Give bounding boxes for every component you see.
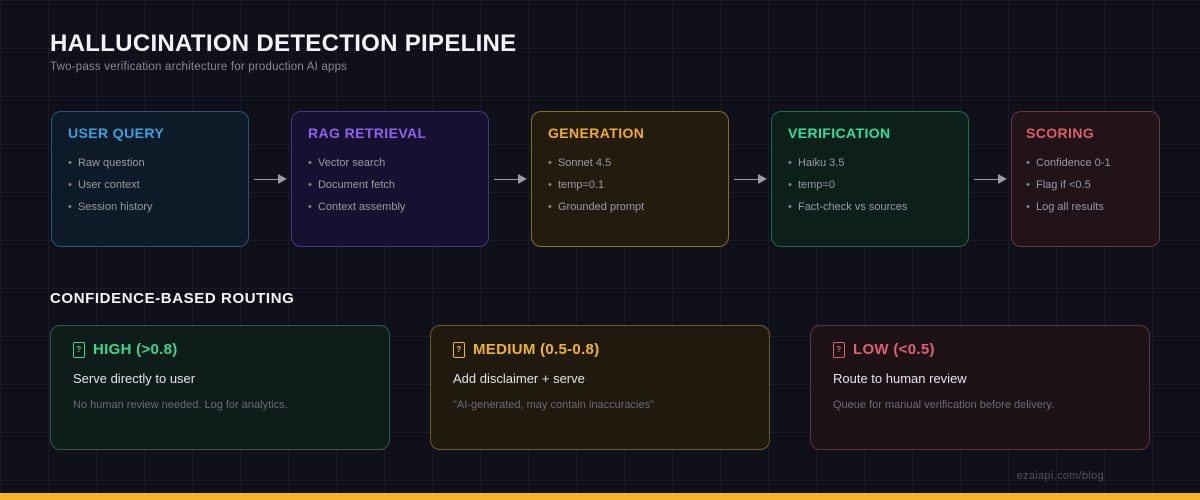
stage-item-list: Confidence 0-1 Flag if <0.5 Log all resu… (1026, 152, 1145, 218)
route-note: "AI-generated, may contain inaccuracies" (453, 399, 655, 411)
stage-item-list: Sonnet 4.5 temp=0.1 Grounded prompt (548, 152, 712, 218)
stage-item-list: Raw question User context Session histor… (68, 152, 232, 218)
route-action: Route to human review (833, 371, 967, 386)
stage-title: USER QUERY (68, 125, 165, 141)
stage-title: VERIFICATION (788, 125, 891, 141)
missing-glyph-icon (833, 341, 845, 358)
stage-title: SCORING (1026, 125, 1095, 141)
route-action: Add disclaimer + serve (453, 371, 585, 386)
missing-glyph-icon (453, 341, 465, 358)
route-low: LOW (<0.5) Route to human review Queue f… (810, 325, 1150, 450)
stage-item: Vector search (308, 152, 472, 174)
stage-title: RAG RETRIEVAL (308, 125, 427, 141)
route-note: No human review needed. Log for analytic… (73, 399, 288, 411)
route-title-text: LOW (<0.5) (853, 341, 935, 358)
stage-item: Flag if <0.5 (1026, 174, 1145, 196)
route-action: Serve directly to user (73, 371, 196, 386)
flow-arrow-icon (729, 173, 771, 185)
stage-item: temp=0.1 (548, 174, 712, 196)
route-high: HIGH (>0.8) Serve directly to user No hu… (50, 325, 390, 450)
stage-generation: GENERATION Sonnet 4.5 temp=0.1 Grounded … (531, 111, 729, 247)
stage-item: Session history (68, 196, 232, 218)
watermark: ezaiapi.com/blog (1016, 470, 1104, 482)
stage-item: Fact-check vs sources (788, 196, 952, 218)
stage-rag-retrieval: RAG RETRIEVAL Vector search Document fet… (291, 111, 489, 247)
route-title: MEDIUM (0.5-0.8) (453, 341, 747, 358)
stage-item: Haiku 3.5 (788, 152, 952, 174)
route-title-text: MEDIUM (0.5-0.8) (473, 341, 600, 358)
route-note: Queue for manual verification before del… (833, 399, 1055, 411)
route-title: LOW (<0.5) (833, 341, 1127, 358)
missing-glyph-icon (73, 341, 85, 358)
route-title: HIGH (>0.8) (73, 341, 367, 358)
stage-item: Sonnet 4.5 (548, 152, 712, 174)
page-subtitle: Two-pass verification architecture for p… (50, 61, 348, 73)
stage-item: Log all results (1026, 196, 1145, 218)
flow-arrow-icon (489, 173, 531, 185)
stage-item: Document fetch (308, 174, 472, 196)
stage-item-list: Haiku 3.5 temp=0 Fact-check vs sources (788, 152, 952, 218)
routing-lanes: HIGH (>0.8) Serve directly to user No hu… (50, 325, 1150, 450)
stage-title: GENERATION (548, 125, 645, 141)
route-title-text: HIGH (>0.8) (93, 341, 178, 358)
routing-section-heading: CONFIDENCE-BASED ROUTING (50, 290, 295, 307)
bottom-accent-bar (0, 493, 1200, 500)
stage-scoring: SCORING Confidence 0-1 Flag if <0.5 Log … (1011, 111, 1160, 247)
flow-arrow-icon (249, 173, 291, 185)
stage-item: temp=0 (788, 174, 952, 196)
stage-verification: VERIFICATION Haiku 3.5 temp=0 Fact-check… (771, 111, 969, 247)
stage-item: Grounded prompt (548, 196, 712, 218)
stage-item: Context assembly (308, 196, 472, 218)
stage-item: Raw question (68, 152, 232, 174)
stage-user-query: USER QUERY Raw question User context Ses… (51, 111, 249, 247)
stage-item: Confidence 0-1 (1026, 152, 1145, 174)
route-medium: MEDIUM (0.5-0.8) Add disclaimer + serve … (430, 325, 770, 450)
stage-item-list: Vector search Document fetch Context ass… (308, 152, 472, 218)
page-title: HALLUCINATION DETECTION PIPELINE (50, 30, 517, 57)
stage-item: User context (68, 174, 232, 196)
flow-arrow-icon (969, 173, 1011, 185)
pipeline-flow: USER QUERY Raw question User context Ses… (51, 111, 1160, 247)
